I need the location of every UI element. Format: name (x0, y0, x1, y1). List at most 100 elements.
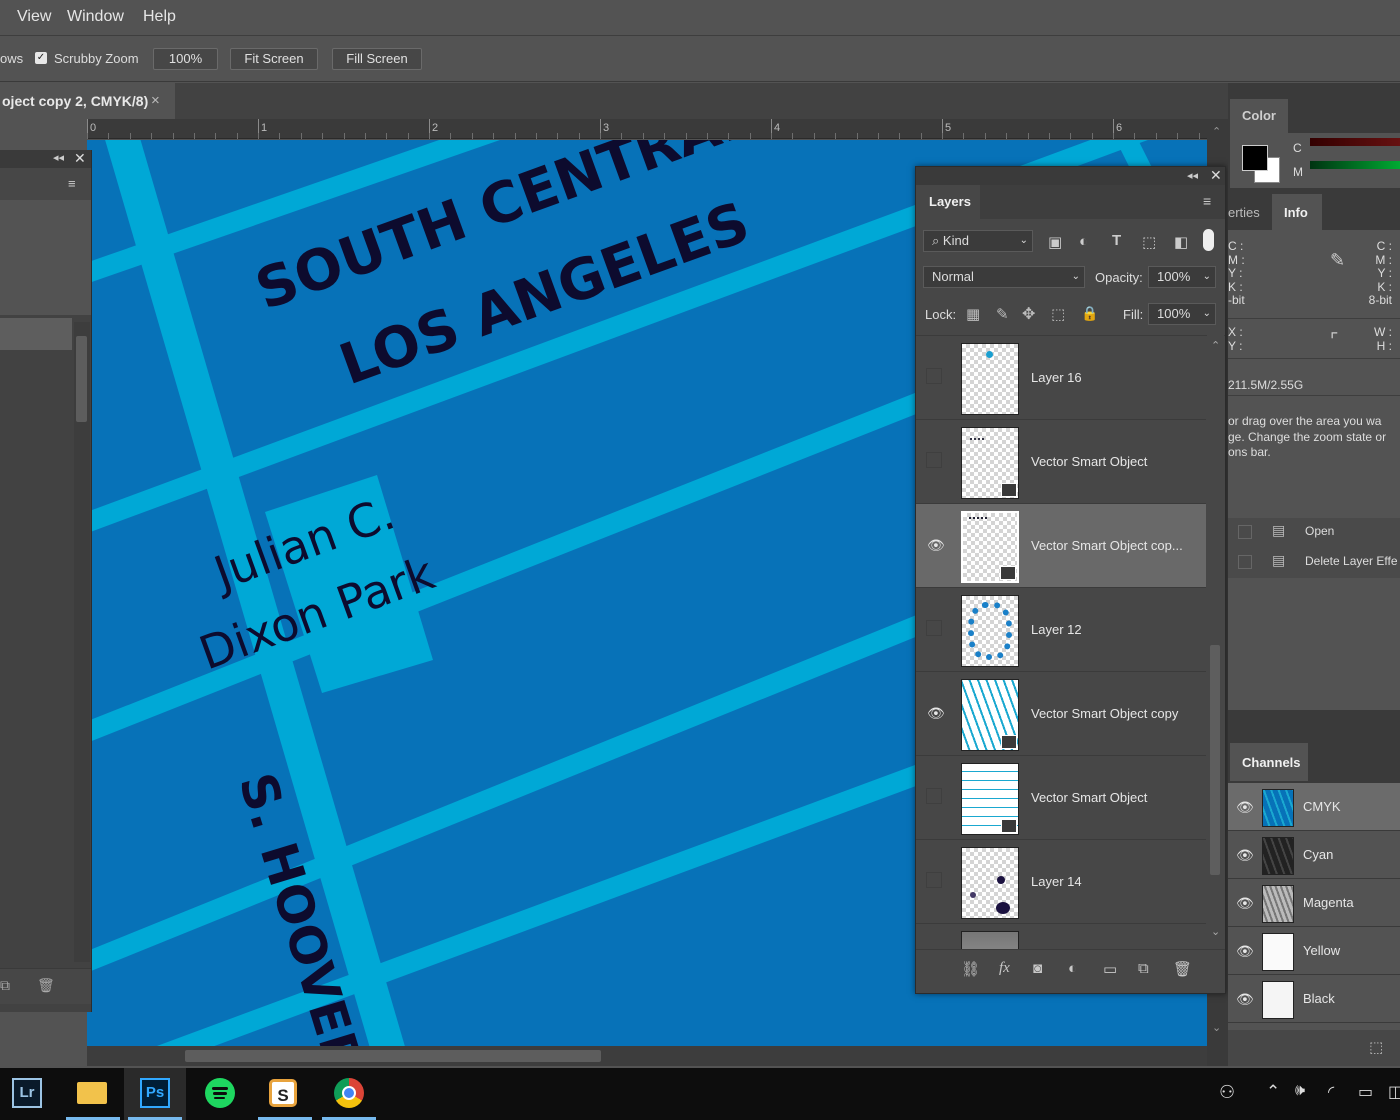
add-mask-icon[interactable]: ◙ (1033, 960, 1042, 977)
visibility-toggle[interactable] (926, 452, 942, 468)
magenta-slider[interactable] (1310, 161, 1400, 169)
new-item-icon[interactable]: ⧉ (0, 977, 10, 994)
filter-toggle[interactable] (1203, 229, 1214, 251)
fit-screen-button[interactable]: Fit Screen (230, 48, 318, 70)
new-group-icon[interactable]: ▭ (1103, 960, 1117, 978)
trash-icon[interactable]: 🗑 (37, 977, 55, 994)
fill-screen-button[interactable]: Fill Screen (332, 48, 422, 70)
tab-color[interactable]: Color (1230, 99, 1288, 133)
layer-list-scrollbar[interactable]: ⌃ ⌄ (1207, 335, 1224, 949)
channel-row[interactable]: 👁 CMYK (1228, 783, 1400, 831)
fill-input[interactable]: 100% ⌄ (1148, 303, 1216, 325)
opacity-input[interactable]: 100% ⌄ (1148, 266, 1216, 288)
cyan-slider[interactable] (1310, 138, 1400, 146)
chevron-up-icon[interactable]: ⌃ (1266, 1082, 1280, 1102)
taskbar-slack[interactable]: S (254, 1068, 316, 1120)
eye-icon[interactable]: 👁 (927, 706, 945, 720)
menu-window[interactable]: Window (67, 8, 124, 26)
scroll-down-icon[interactable]: ⌄ (1212, 1021, 1221, 1034)
collapse-icon[interactable]: ◂◂ (53, 151, 64, 164)
layer-row[interactable]: 👁 Vector Smart Object copy (916, 672, 1206, 756)
adjustment-layer-icon[interactable]: ◐ (1068, 960, 1077, 977)
load-selection-icon[interactable]: ⬚ (1369, 1038, 1383, 1056)
visibility-toggle[interactable] (926, 872, 942, 888)
history-checkbox[interactable] (1238, 555, 1252, 569)
taskbar-photoshop[interactable]: Ps (124, 1068, 186, 1120)
eye-icon[interactable]: 👁 (1236, 944, 1254, 958)
lock-artboard-icon[interactable]: ⬚ (1051, 305, 1065, 323)
trash-icon[interactable]: 🗑 (1173, 960, 1192, 978)
channel-row[interactable]: 👁 Black (1228, 975, 1400, 1023)
panel-menu-icon[interactable]: ≡ (1203, 193, 1211, 209)
smart-object-filter-icon[interactable]: ◧ (1174, 233, 1188, 251)
lock-position-icon[interactable]: ✥ (1022, 304, 1035, 324)
taskbar-chrome[interactable] (318, 1068, 380, 1120)
scroll-up-icon[interactable]: ⌃ (1211, 339, 1220, 352)
layer-list-scroll-thumb[interactable] (1210, 645, 1220, 875)
history-item[interactable]: ▤ Open (1228, 518, 1400, 548)
lock-transparency-icon[interactable]: ▦ (966, 305, 980, 323)
menu-view[interactable]: View (17, 8, 51, 26)
shape-filter-icon[interactable]: ⬚ (1142, 233, 1156, 251)
visibility-toggle[interactable] (926, 368, 942, 384)
layer-row[interactable]: 👁 Vector Smart Object cop... (916, 504, 1206, 588)
document-tab-close-icon[interactable]: × (151, 83, 160, 119)
eye-icon[interactable]: 👁 (1236, 896, 1254, 910)
wifi-icon[interactable]: ◜ (1328, 1082, 1334, 1102)
channel-row[interactable]: 👁 Magenta (1228, 879, 1400, 927)
left-panel-selected-row[interactable] (0, 318, 72, 350)
layer-row[interactable]: Layer 16 (916, 336, 1206, 420)
taskbar-file-explorer[interactable] (62, 1068, 124, 1120)
collapse-icon[interactable]: ◂◂ (1187, 169, 1198, 182)
blend-mode-select[interactable]: Normal ⌄ (923, 266, 1085, 288)
visibility-toggle[interactable] (926, 788, 942, 804)
notifications-icon[interactable]: ◫ (1388, 1082, 1400, 1102)
left-panel-scroll-thumb[interactable] (76, 336, 87, 422)
history-item[interactable]: ▤ Delete Layer Effe (1228, 548, 1400, 578)
taskbar-spotify[interactable] (190, 1068, 252, 1120)
link-layers-icon[interactable]: ⛓ (961, 960, 980, 978)
eye-icon[interactable]: 👁 (927, 538, 945, 552)
taskbar-lightroom[interactable]: Lr (0, 1068, 62, 1120)
new-layer-icon[interactable]: ⧉ (1138, 960, 1149, 977)
people-icon[interactable]: ⚇ (1219, 1082, 1235, 1103)
channel-row[interactable]: 👁 Yellow (1228, 927, 1400, 975)
layer-row[interactable]: Vector Smart Object (916, 756, 1206, 840)
scrubby-zoom-checkbox[interactable]: ✓ (35, 52, 47, 64)
close-icon[interactable]: ✕ (1210, 167, 1222, 184)
canvas-horizontal-scroll-thumb[interactable] (185, 1050, 601, 1062)
layer-row[interactable]: Layer 12 (916, 588, 1206, 672)
channel-row[interactable]: 👁 Cyan (1228, 831, 1400, 879)
tab-info[interactable]: Info (1272, 194, 1322, 230)
image-filter-icon[interactable]: ▣ (1048, 233, 1062, 251)
scroll-down-icon[interactable]: ⌄ (1211, 925, 1220, 938)
history-checkbox[interactable] (1238, 525, 1252, 539)
adjustment-filter-icon[interactable]: ◐ (1079, 233, 1088, 250)
layer-row[interactable]: Vector Smart Object (916, 420, 1206, 504)
scroll-up-icon[interactable]: ⌃ (1212, 125, 1221, 138)
layer-row[interactable]: Layer 14 (916, 840, 1206, 924)
zoom-100-button[interactable]: 100% (153, 48, 218, 70)
tab-properties[interactable]: erties (1228, 205, 1260, 220)
lock-pixels-icon[interactable]: ✎ (996, 305, 1009, 323)
close-icon[interactable]: ✕ (74, 150, 86, 167)
speaker-icon[interactable]: 🕪 (1295, 1082, 1305, 1100)
tab-layers[interactable]: Layers (916, 185, 980, 219)
fx-icon[interactable]: fx (999, 960, 1010, 977)
tab-channels[interactable]: Channels (1230, 743, 1308, 781)
eye-icon[interactable]: 👁 (1236, 800, 1254, 814)
eye-icon[interactable]: 👁 (1236, 848, 1254, 862)
panel-menu-icon[interactable]: ≡ (68, 176, 76, 191)
eye-icon[interactable]: 👁 (1236, 992, 1254, 1006)
type-filter-icon[interactable]: T (1112, 232, 1121, 249)
layers-panel-titlebar[interactable]: ◂◂ ✕ (916, 167, 1225, 185)
foreground-color-swatch[interactable] (1242, 145, 1268, 171)
battery-icon[interactable]: ▭ (1358, 1082, 1373, 1102)
document-tab[interactable]: oject copy 2, CMYK/8) × (0, 83, 175, 119)
filter-kind-select[interactable]: ⌕ Kind ⌄ (923, 230, 1033, 252)
visibility-toggle[interactable] (926, 620, 942, 636)
left-panel-scrollbar[interactable] (74, 322, 90, 962)
lock-all-icon[interactable]: 🔒 (1081, 305, 1098, 322)
layer-row[interactable] (916, 924, 1206, 949)
menu-help[interactable]: Help (143, 8, 176, 26)
